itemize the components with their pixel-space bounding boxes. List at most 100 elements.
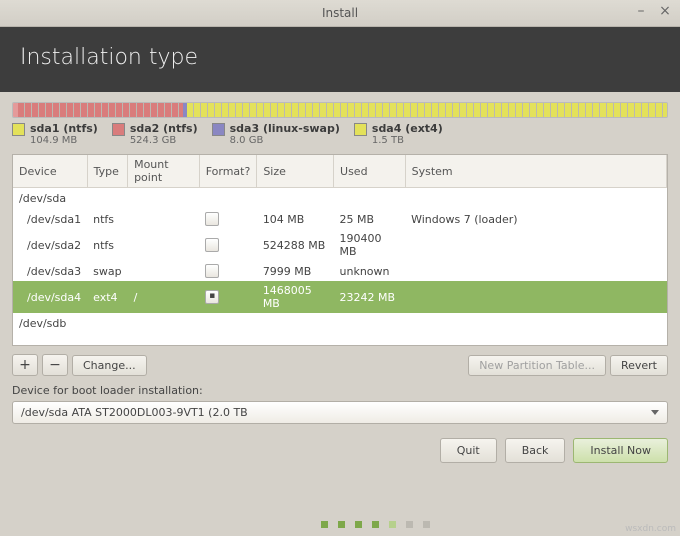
progress-dot xyxy=(338,521,345,528)
type-cell: swap xyxy=(87,261,127,281)
col-mount[interactable]: Mount point xyxy=(128,155,200,188)
legend-item: sda3 (linux-swap)8.0 GB xyxy=(212,122,340,146)
legend-size: 8.0 GB xyxy=(230,135,340,146)
progress-dot xyxy=(406,521,413,528)
used-cell: 190400 MB xyxy=(334,229,406,261)
system-cell xyxy=(405,281,666,313)
progress-dot xyxy=(321,521,328,528)
table-row[interactable]: /dev/sda1ntfs104 MB25 MBWindows 7 (loade… xyxy=(13,209,667,229)
type-cell: ntfs xyxy=(87,209,127,229)
remove-button[interactable]: − xyxy=(42,354,68,376)
format-cell xyxy=(199,209,257,229)
page-title: Installation type xyxy=(20,45,198,70)
progress-indicator xyxy=(70,521,680,528)
size-cell: 7999 MB xyxy=(257,261,334,281)
installer-window: Install – × Installation type sda1 (ntfs… xyxy=(0,0,680,536)
progress-dot xyxy=(423,521,430,528)
size-cell: 104 MB xyxy=(257,209,334,229)
used-cell: unknown xyxy=(334,261,406,281)
type-cell: ext4 xyxy=(87,281,127,313)
footer-buttons: Quit Back Install Now xyxy=(0,424,680,477)
type-cell: ntfs xyxy=(87,229,127,261)
device-cell: /dev/sda1 xyxy=(13,209,87,229)
mount-cell: / xyxy=(128,281,200,313)
partition-toolbar: + − Change... New Partition Table... Rev… xyxy=(12,346,668,382)
col-size[interactable]: Size xyxy=(257,155,334,188)
legend-size: 104.9 MB xyxy=(30,135,98,146)
table-header: Device Type Mount point Format? Size Use… xyxy=(13,155,667,188)
device-cell: /dev/sdb xyxy=(13,313,667,334)
usage-segment xyxy=(187,103,667,117)
revert-button[interactable]: Revert xyxy=(610,355,668,376)
format-checkbox[interactable] xyxy=(205,212,219,226)
new-partition-table-button[interactable]: New Partition Table... xyxy=(468,355,606,376)
titlebar-controls: – × xyxy=(632,4,674,20)
bootloader-combo[interactable]: /dev/sda ATA ST2000DL003-9VT1 (2.0 TB xyxy=(12,401,668,424)
window-title: Install xyxy=(322,6,358,20)
bootloader-value: /dev/sda ATA ST2000DL003-9VT1 (2.0 TB xyxy=(21,406,248,419)
add-button[interactable]: + xyxy=(12,354,38,376)
system-cell xyxy=(405,229,666,261)
table-row[interactable]: /dev/sda xyxy=(13,188,667,210)
usage-segment xyxy=(18,103,183,117)
legend-swatch xyxy=(212,123,225,136)
progress-dot xyxy=(355,521,362,528)
legend-swatch xyxy=(12,123,25,136)
format-cell xyxy=(199,229,257,261)
watermark: wsxdn.com xyxy=(625,524,676,534)
disk-usage-bar xyxy=(12,102,668,118)
partition-table[interactable]: Device Type Mount point Format? Size Use… xyxy=(12,154,668,346)
minimize-icon[interactable]: – xyxy=(632,4,650,20)
device-cell: /dev/sda xyxy=(13,188,667,210)
col-device[interactable]: Device xyxy=(13,155,87,188)
format-checkbox[interactable] xyxy=(205,264,219,278)
legend-name: sda2 (ntfs) xyxy=(130,122,198,135)
legend-name: sda1 (ntfs) xyxy=(30,122,98,135)
install-button[interactable]: Install Now xyxy=(573,438,668,463)
bootloader-label: Device for boot loader installation: xyxy=(12,382,668,401)
legend-swatch xyxy=(112,123,125,136)
legend-size: 524.3 GB xyxy=(130,135,198,146)
close-icon[interactable]: × xyxy=(656,4,674,20)
table-row[interactable]: /dev/sdb xyxy=(13,313,667,334)
legend-item: sda1 (ntfs)104.9 MB xyxy=(12,122,98,146)
legend-item: sda4 (ext4)1.5 TB xyxy=(354,122,443,146)
quit-button[interactable]: Quit xyxy=(440,438,497,463)
mount-cell xyxy=(128,209,200,229)
table-row[interactable]: /dev/sda2ntfs 524288 MB190400 MB xyxy=(13,229,667,261)
size-cell: 524288 MB xyxy=(257,229,334,261)
used-cell: 25 MB xyxy=(334,209,406,229)
col-type[interactable]: Type xyxy=(87,155,127,188)
system-cell xyxy=(405,261,666,281)
titlebar: Install – × xyxy=(0,0,680,27)
legend-item: sda2 (ntfs)524.3 GB xyxy=(112,122,198,146)
back-button[interactable]: Back xyxy=(505,438,566,463)
format-checkbox[interactable] xyxy=(205,238,219,252)
col-system[interactable]: System xyxy=(405,155,666,188)
table-row[interactable]: /dev/sda4ext4/ ▪ 1468005 MB23242 MB xyxy=(13,281,667,313)
legend-size: 1.5 TB xyxy=(372,135,443,146)
content-area: sda1 (ntfs)104.9 MBsda2 (ntfs)524.3 GBsd… xyxy=(0,92,680,424)
progress-dot xyxy=(389,521,396,528)
col-format[interactable]: Format? xyxy=(199,155,257,188)
mount-cell xyxy=(128,229,200,261)
chevron-down-icon xyxy=(651,410,659,415)
device-cell: /dev/sda4 xyxy=(13,281,87,313)
device-cell: /dev/sda2 xyxy=(13,229,87,261)
legend-swatch xyxy=(354,123,367,136)
change-button[interactable]: Change... xyxy=(72,355,147,376)
partition-legend: sda1 (ntfs)104.9 MBsda2 (ntfs)524.3 GBsd… xyxy=(12,118,668,154)
format-cell: ▪ xyxy=(199,281,257,313)
device-cell: /dev/sda3 xyxy=(13,261,87,281)
format-checkbox[interactable]: ▪ xyxy=(205,290,219,304)
legend-name: sda3 (linux-swap) xyxy=(230,122,340,135)
size-cell: 1468005 MB xyxy=(257,281,334,313)
format-cell xyxy=(199,261,257,281)
legend-name: sda4 (ext4) xyxy=(372,122,443,135)
mount-cell xyxy=(128,261,200,281)
used-cell: 23242 MB xyxy=(334,281,406,313)
col-used[interactable]: Used xyxy=(334,155,406,188)
page-header: Installation type xyxy=(0,27,680,92)
table-row[interactable]: /dev/sda3swap 7999 MBunknown xyxy=(13,261,667,281)
progress-dot xyxy=(372,521,379,528)
